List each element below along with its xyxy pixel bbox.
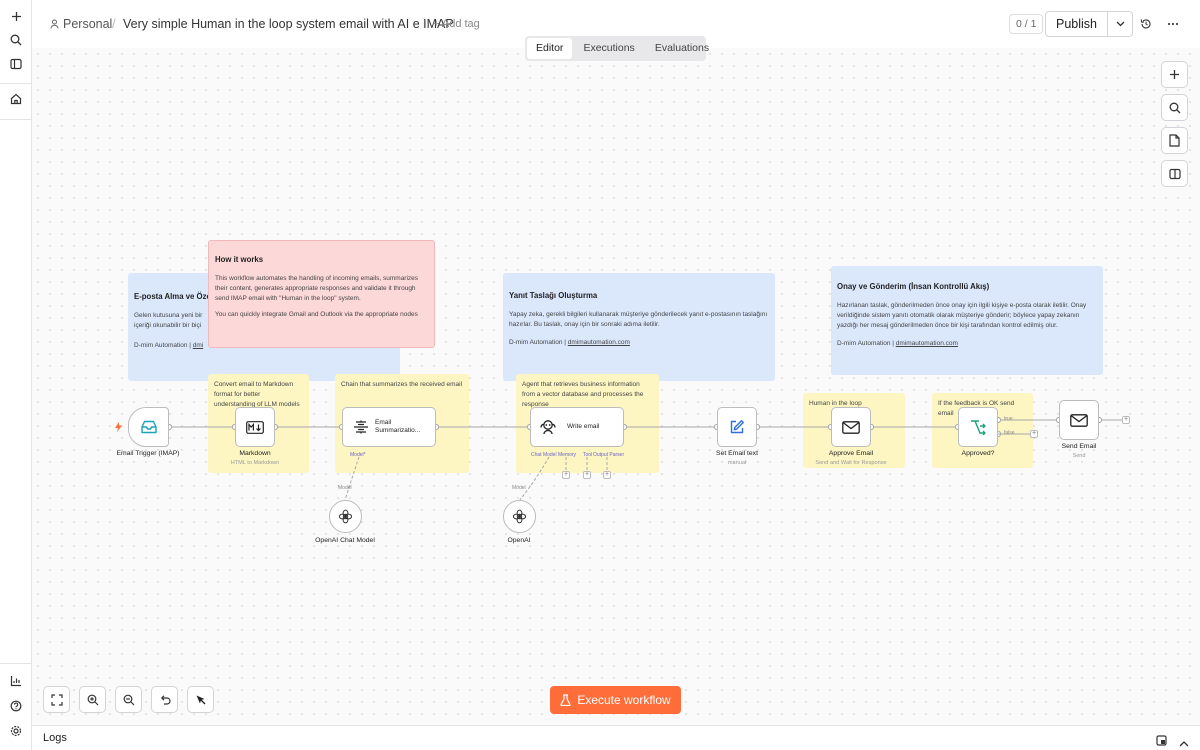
tab-executions[interactable]: Executions [574, 38, 643, 59]
add-node-icon[interactable] [1161, 61, 1188, 88]
tab-editor[interactable]: Editor [527, 38, 573, 59]
trigger-bolt-icon [115, 422, 122, 432]
left-sidebar [0, 0, 32, 750]
search-nodes-icon[interactable] [1161, 94, 1188, 121]
node-label: Approved? [961, 450, 995, 457]
port-label-memory: Memory [558, 452, 577, 458]
node-label: Approve Email [828, 450, 874, 457]
execute-workflow-button[interactable]: Execute workflow [550, 686, 681, 714]
tab-evaluations[interactable]: Evaluations [646, 38, 718, 59]
panel-toggle-icon[interactable] [5, 53, 27, 75]
fit-view-icon[interactable] [43, 686, 70, 713]
branch-true-label: true [1004, 416, 1013, 422]
port-label-output-parser: Output Parser [593, 452, 625, 458]
chevron-up-icon[interactable] [1179, 734, 1189, 750]
add-tag-button[interactable]: + Add tag [433, 18, 480, 30]
zoom-in-icon[interactable] [79, 686, 106, 713]
add-parser-button[interactable]: + [603, 471, 611, 479]
edge-label-model: Model [338, 485, 352, 491]
add-icon[interactable] [5, 5, 27, 27]
sticky-note-icon[interactable] [1161, 127, 1188, 154]
edit-pencil-icon [730, 420, 744, 434]
version-counter: 0 / 1 [1009, 14, 1044, 34]
user-icon [50, 19, 59, 29]
inbox-icon [140, 420, 157, 434]
zoom-out-icon[interactable] [115, 686, 142, 713]
publish-button-group: Publish [1045, 11, 1133, 37]
model-connection-line [344, 456, 360, 501]
node-label: Write email [567, 422, 600, 430]
port-label-model: Model* [350, 452, 366, 458]
openai-icon [512, 509, 527, 524]
node-label: Markdown [239, 450, 271, 457]
robot-agent-icon [540, 420, 556, 435]
add-next-node-button[interactable]: + [1122, 416, 1130, 424]
node-label: Email Summarizatio... [375, 418, 421, 434]
chevron-down-icon[interactable] [1108, 12, 1132, 36]
breadcrumb-personal-label: Personal [63, 17, 113, 31]
edge-label-model: Model [512, 485, 526, 491]
node-email-trigger[interactable] [128, 407, 169, 447]
node-label: Email Trigger (IMAP) [116, 450, 180, 457]
openai-icon [338, 509, 353, 524]
home-icon[interactable] [5, 88, 27, 110]
add-false-branch-button[interactable]: + [1030, 430, 1038, 438]
help-icon[interactable] [5, 695, 27, 717]
summarize-icon [354, 420, 368, 434]
node-openai-chat-model[interactable] [329, 500, 362, 533]
node-write-email[interactable]: Write email [530, 407, 624, 447]
history-icon[interactable] [1137, 15, 1155, 33]
model-connection-line [519, 456, 550, 501]
sidebar-divider [0, 663, 32, 664]
node-label: Send Email [1061, 443, 1097, 450]
node-subtitle: Send [1072, 453, 1086, 459]
sidebar-divider [0, 119, 32, 120]
logs-panel-bar[interactable]: Logs [32, 725, 1200, 750]
node-send-email[interactable] [1059, 400, 1099, 440]
settings-gear-icon[interactable] [5, 720, 27, 742]
node-approved-if[interactable] [958, 407, 998, 447]
branch-false-label: false [1004, 430, 1015, 436]
node-openai[interactable] [503, 500, 536, 533]
view-tabs: Editor Executions Evaluations [525, 36, 709, 61]
markdown-icon [246, 420, 264, 434]
sidebar-divider [0, 83, 32, 84]
execute-workflow-label: Execute workflow [577, 693, 671, 707]
node-subtitle: Send and Wait for Response [815, 460, 887, 466]
add-memory-button[interactable]: + [562, 471, 570, 479]
logs-label: Logs [43, 732, 67, 744]
publish-button[interactable]: Publish [1046, 12, 1108, 36]
node-set-email-text[interactable] [717, 407, 757, 447]
node-label: OpenAI Chat Model [315, 537, 375, 544]
node-approve-email[interactable] [831, 407, 871, 447]
insights-icon[interactable] [5, 670, 27, 692]
envelope-icon [1070, 413, 1088, 427]
add-tool-button[interactable]: + [583, 471, 591, 479]
breadcrumb-personal[interactable]: Personal [50, 17, 112, 31]
workflow-title[interactable]: Very simple Human in the loop system ema… [123, 17, 454, 31]
more-options-icon[interactable] [1164, 15, 1182, 33]
node-markdown[interactable] [235, 407, 275, 447]
node-email-summarization[interactable]: Email Summarizatio... [342, 407, 436, 447]
pop-out-icon[interactable] [1156, 733, 1167, 750]
node-label: Set Email text [716, 450, 758, 457]
connections-layer [165, 416, 1122, 501]
envelope-icon [842, 420, 860, 434]
side-panel-icon[interactable] [1161, 160, 1188, 187]
breadcrumb-separator: / [112, 16, 116, 31]
flask-icon [560, 694, 572, 706]
workflow-canvas[interactable]: E-posta Alma ve Öze Gelen kutusuna yeni … [32, 48, 1200, 725]
pointer-tool-icon[interactable] [187, 686, 214, 713]
search-icon[interactable] [5, 29, 27, 51]
branch-if-icon [971, 420, 986, 435]
node-subtitle: manual [727, 460, 747, 466]
port-label-tool: Tool [583, 452, 593, 458]
node-subtitle: HTML to Markdown [230, 460, 280, 466]
undo-icon[interactable] [151, 686, 178, 713]
port-label-chat-model: Chat Model [531, 452, 557, 458]
node-label: OpenAI [507, 537, 531, 544]
